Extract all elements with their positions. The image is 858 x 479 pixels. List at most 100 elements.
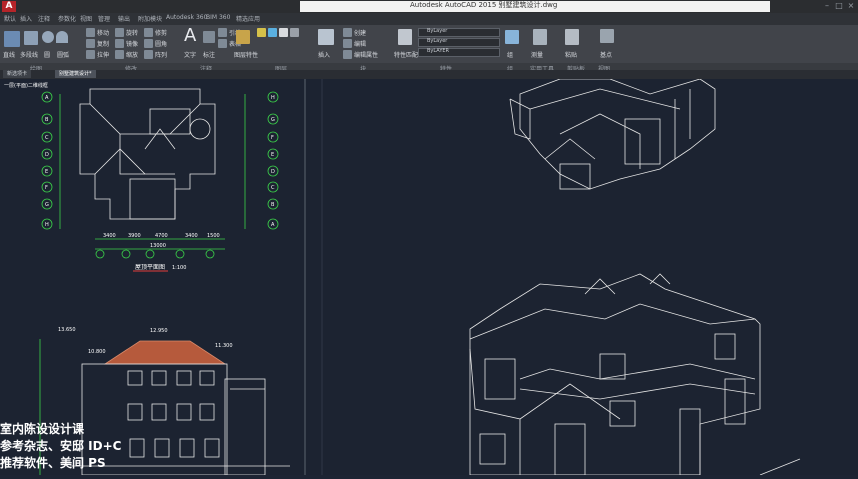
maximize-icon[interactable]: □ xyxy=(834,1,844,10)
elevation-level: 11.300 xyxy=(215,343,233,349)
line-label: 直线 xyxy=(3,52,16,59)
stretch-icon[interactable] xyxy=(86,50,95,59)
menu-tab-featured[interactable]: 精选应用 xyxy=(236,14,260,23)
menu-tab-manage[interactable]: 管理 xyxy=(98,14,110,23)
tab-villa-drawing[interactable]: 别墅建筑设计* xyxy=(55,70,96,78)
polyline-icon[interactable] xyxy=(24,31,38,45)
table-icon[interactable] xyxy=(218,39,227,48)
fillet-icon[interactable] xyxy=(144,39,153,48)
lineweight-dropdown[interactable]: ByLAYER xyxy=(418,48,500,57)
plan-title: 屋顶平面图 xyxy=(135,264,165,271)
tab-new[interactable]: 新选项卡 xyxy=(3,70,32,78)
window-title: Autodesk AutoCAD 2015 别墅建筑设计.dwg xyxy=(410,1,558,9)
menu-tab-insert[interactable]: 插入 xyxy=(20,14,32,23)
menu-tab-view[interactable]: 视图 xyxy=(80,14,92,23)
autocad-logo-icon[interactable]: A xyxy=(2,1,16,12)
move-label[interactable]: 移动 xyxy=(97,28,109,37)
array-icon[interactable] xyxy=(144,50,153,59)
grid-label-left: H xyxy=(45,222,49,228)
roof-plan-drawing xyxy=(59,88,246,250)
grid-label-left: G xyxy=(45,202,49,208)
measure-label[interactable]: 测量 xyxy=(531,50,543,59)
menu-tab-a360[interactable]: Autodesk 360 xyxy=(166,14,207,21)
grid-label-right: G xyxy=(271,117,275,123)
insert-block-icon[interactable] xyxy=(318,29,334,45)
line-icon[interactable] xyxy=(4,31,20,47)
grid-label-right: B xyxy=(271,202,275,208)
measure-icon[interactable] xyxy=(533,29,547,45)
create-block-icon[interactable] xyxy=(343,28,352,37)
grid-label-left: D xyxy=(45,152,49,158)
scale-label[interactable]: 缩放 xyxy=(126,50,138,59)
layer-properties-icon[interactable] xyxy=(236,30,250,44)
dimension-text: 3400 xyxy=(103,233,116,239)
menu-tab-parametric[interactable]: 参数化 xyxy=(58,14,76,23)
scale-icon[interactable] xyxy=(115,50,124,59)
polyline-label: 多段线 xyxy=(20,52,39,59)
layer-properties-label[interactable]: 图层特性 xyxy=(234,50,258,59)
copy-icon[interactable] xyxy=(86,39,95,48)
dimension-text: 1500 xyxy=(207,233,220,239)
title-bar: A Autodesk AutoCAD 2015 别墅建筑设计.dwg – □ × xyxy=(0,0,858,13)
view-label[interactable]: 一层(平面)二维线框 xyxy=(4,82,48,89)
grid-label-right: F xyxy=(271,135,274,141)
menu-tab-addins[interactable]: 附加模块 xyxy=(138,14,162,23)
dimension-icon[interactable] xyxy=(203,31,215,43)
grid-label-right: H xyxy=(271,95,275,101)
group-icon[interactable] xyxy=(505,30,519,44)
color-dropdown[interactable]: ByLayer xyxy=(418,28,500,37)
close-icon[interactable]: × xyxy=(846,1,856,10)
circle-label: 圆 xyxy=(44,52,51,59)
text-icon[interactable]: A xyxy=(184,27,198,45)
linetype-dropdown[interactable]: ByLayer xyxy=(418,38,500,47)
rotate-icon[interactable] xyxy=(115,28,124,37)
base-view-icon[interactable] xyxy=(600,29,614,43)
mirror-label[interactable]: 镜像 xyxy=(126,39,138,48)
stretch-label[interactable]: 拉伸 xyxy=(97,50,109,59)
create-label[interactable]: 创建 xyxy=(354,28,366,37)
edit-attribute-label[interactable]: 编辑属性 xyxy=(354,50,378,59)
paste-icon[interactable] xyxy=(565,29,579,45)
trim-label[interactable]: 修剪 xyxy=(155,28,167,37)
minimize-icon[interactable]: – xyxy=(822,1,832,10)
drawing-canvas[interactable]: A B C D E F G H H G F E D C B A 3400 390… xyxy=(0,78,858,476)
circle-icon[interactable] xyxy=(42,31,54,43)
match-properties-icon[interactable] xyxy=(398,29,412,45)
dimension-total: 13000 xyxy=(150,243,166,249)
rotate-label[interactable]: 旋转 xyxy=(126,28,138,37)
array-label[interactable]: 阵列 xyxy=(155,50,167,59)
match-properties-label[interactable]: 特性匹配 xyxy=(394,50,418,59)
trim-icon[interactable] xyxy=(144,28,153,37)
base-label[interactable]: 基点 xyxy=(600,50,612,59)
menu-tab-output[interactable]: 输出 xyxy=(118,14,130,23)
sun-icon[interactable] xyxy=(268,28,277,37)
menu-tab-annotate[interactable]: 注释 xyxy=(38,14,50,23)
paste-label[interactable]: 粘贴 xyxy=(565,50,577,59)
light-bulb-icon[interactable] xyxy=(257,28,266,37)
edit-label[interactable]: 编辑 xyxy=(354,39,366,48)
menu-tab-bim360[interactable]: BIM 360 xyxy=(206,14,230,21)
grid-label-left: E xyxy=(45,169,48,175)
elevation-level: 12.950 xyxy=(150,328,168,334)
edit-block-icon[interactable] xyxy=(343,39,352,48)
menu-tab-home[interactable]: 默认 xyxy=(4,14,16,23)
plan-scale: 1:100 xyxy=(172,265,186,271)
arc-icon[interactable] xyxy=(56,31,68,43)
grid-label-left: B xyxy=(45,117,49,123)
dimension-label[interactable]: 标注 xyxy=(203,50,215,59)
insert-label[interactable]: 插入 xyxy=(318,50,330,59)
move-icon[interactable] xyxy=(86,28,95,37)
grid-label-left: F xyxy=(45,185,48,191)
group-label[interactable]: 组 xyxy=(507,50,513,59)
layer-color-icon[interactable] xyxy=(290,28,299,37)
copy-label[interactable]: 复制 xyxy=(97,39,109,48)
grid-label-right: A xyxy=(271,222,275,228)
axonometric-view-top xyxy=(509,78,716,190)
leader-icon[interactable] xyxy=(218,28,227,37)
fillet-label[interactable]: 圆角 xyxy=(155,39,167,48)
edit-attribute-icon[interactable] xyxy=(343,50,352,59)
lock-icon[interactable] xyxy=(279,28,288,37)
mirror-icon[interactable] xyxy=(115,39,124,48)
text-label[interactable]: 文字 xyxy=(184,50,196,59)
grid-label-right: D xyxy=(271,169,275,175)
